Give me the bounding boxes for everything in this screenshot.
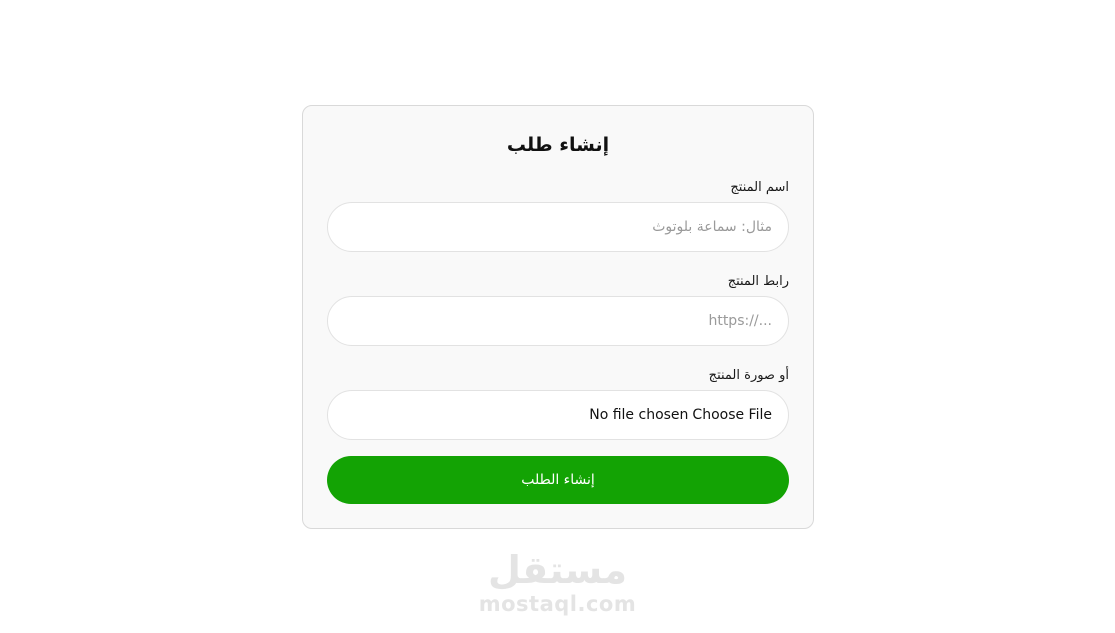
file-status-text: No file chosen (589, 407, 689, 423)
product-link-label: رابط المنتج (727, 274, 789, 289)
product-name-input[interactable] (344, 219, 772, 235)
form-title: إنشاء طلب (506, 134, 610, 156)
product-name-field-wrapper (327, 202, 789, 252)
watermark-arabic-logo: مستقل (488, 548, 627, 592)
product-name-label: اسم المنتج (730, 180, 789, 195)
watermark-latin-logo: mostaql.com (478, 592, 637, 616)
create-order-button[interactable]: إنشاء الطلب (327, 456, 789, 504)
product-image-file-input[interactable]: No file chosen Choose File (327, 390, 789, 440)
product-link-field-wrapper (327, 296, 789, 346)
mostaql-watermark: مستقل mostaql.com (0, 548, 1115, 616)
create-order-card: إنشاء طلب اسم المنتج رابط المنتج أو صورة… (302, 105, 814, 529)
product-image-label: أو صورة المنتج (708, 368, 789, 383)
product-link-input[interactable] (344, 313, 772, 329)
choose-file-button[interactable]: Choose File (692, 407, 772, 423)
